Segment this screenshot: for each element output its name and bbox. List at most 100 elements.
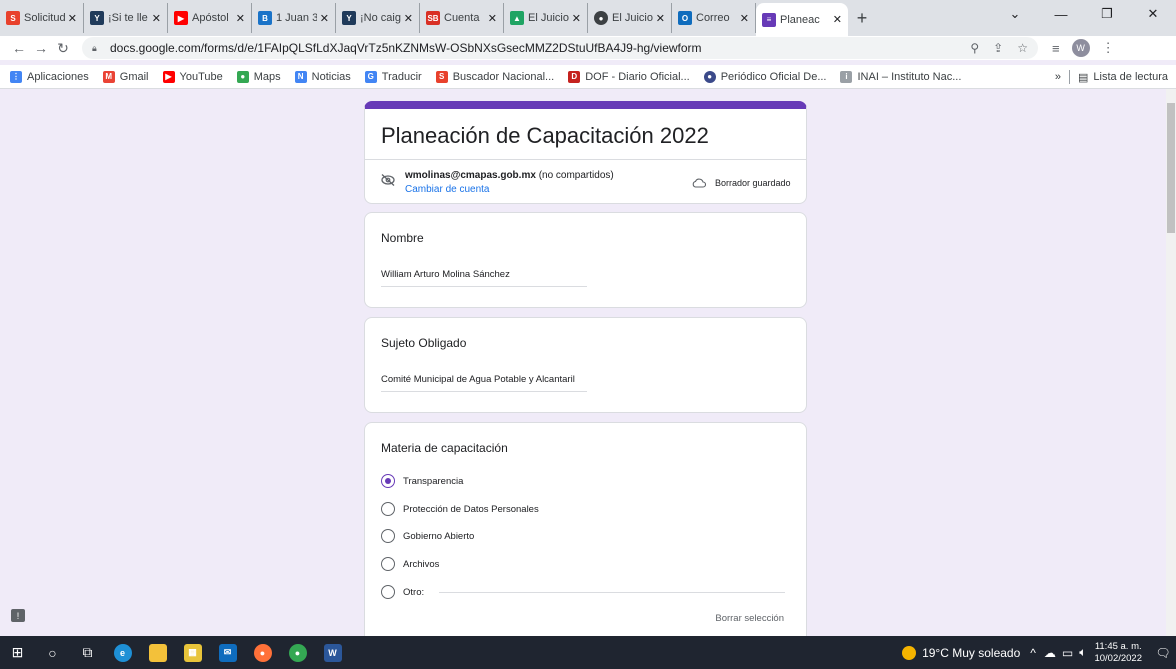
bookmarks-right: » ▤ Lista de lectura bbox=[1055, 65, 1168, 89]
bible-icon: B bbox=[258, 11, 272, 25]
reload-icon[interactable]: ↻ bbox=[52, 40, 74, 57]
bookmark-item[interactable]: i INAI – Instituto Nac... bbox=[840, 70, 961, 83]
other-text-input[interactable] bbox=[439, 592, 785, 593]
radio-icon[interactable] bbox=[381, 529, 395, 543]
question-title: Materia de capacitación bbox=[381, 441, 508, 455]
bookmark-item[interactable]: ▶ YouTube bbox=[162, 70, 223, 83]
feedback-icon[interactable]: ! bbox=[11, 609, 25, 622]
text-answer-input[interactable]: William Arturo Molina Sánchez bbox=[381, 269, 587, 287]
close-tab-icon[interactable]: ✕ bbox=[152, 12, 161, 25]
zoom-icon[interactable]: ⚲ bbox=[970, 41, 979, 55]
back-icon[interactable]: ← bbox=[8, 40, 30, 56]
weather-text[interactable]: 19°C Muy soleado bbox=[922, 646, 1020, 660]
browser-tab[interactable]: Y ¡No caig ✕ bbox=[336, 3, 420, 33]
clock[interactable]: 11:45 a. m. 10/02/2022 bbox=[1094, 641, 1142, 665]
bookmark-label: YouTube bbox=[179, 70, 223, 83]
bookmark-item[interactable]: M Gmail bbox=[102, 70, 149, 83]
cloud-icon[interactable]: ☁ bbox=[1044, 646, 1056, 660]
browser-tab[interactable]: O Correo ✕ bbox=[672, 3, 756, 33]
menu-icon[interactable]: ⋮ bbox=[1102, 40, 1115, 56]
browser-tab[interactable]: B 1 Juan 3 ✕ bbox=[252, 3, 336, 33]
new-tab-button[interactable]: + bbox=[848, 3, 876, 33]
close-tab-icon[interactable]: ✕ bbox=[740, 12, 749, 25]
forward-icon[interactable]: → bbox=[30, 40, 52, 56]
tab-label: Correo bbox=[696, 12, 730, 24]
browser-tab[interactable]: S Solicitud ✕ bbox=[0, 3, 84, 33]
browser-tab[interactable]: ● El Juicio ✕ bbox=[588, 3, 672, 33]
tab-search-icon[interactable]: ⌄ bbox=[992, 0, 1038, 28]
close-tab-icon[interactable]: ✕ bbox=[320, 12, 329, 25]
close-tab-icon[interactable]: ✕ bbox=[572, 12, 581, 25]
restore-icon[interactable]: ❐ bbox=[1084, 0, 1130, 28]
minimize-icon[interactable]: — bbox=[1038, 0, 1084, 28]
form-header-card: Planeación de Capacitación 2022 wmolinas… bbox=[364, 101, 807, 204]
close-tab-icon[interactable]: ✕ bbox=[236, 12, 245, 25]
radio-option[interactable]: Archivos bbox=[381, 556, 439, 572]
firefox-icon[interactable]: ● bbox=[245, 636, 280, 669]
tab-label: Solicitud bbox=[24, 12, 65, 24]
close-tab-icon[interactable]: ✕ bbox=[488, 12, 497, 25]
bookmark-item[interactable]: N Noticias bbox=[294, 70, 351, 83]
close-tab-icon[interactable]: ✕ bbox=[656, 12, 665, 25]
search-icon[interactable]: ○ bbox=[35, 636, 70, 669]
bible-app-icon: Y bbox=[342, 11, 356, 25]
more-bookmarks-icon[interactable]: » bbox=[1055, 71, 1061, 83]
bookmark-item[interactable]: ● Periódico Oficial De... bbox=[703, 70, 826, 83]
text-answer-input[interactable]: Comité Municipal de Agua Potable y Alcan… bbox=[381, 374, 587, 392]
notification-icon[interactable]: 🗨︎ bbox=[1150, 646, 1176, 660]
scrollbar-thumb[interactable] bbox=[1167, 103, 1175, 233]
chrome-icon[interactable]: ● bbox=[280, 636, 315, 669]
chevron-up-icon[interactable]: ^ bbox=[1030, 646, 1036, 660]
browser-tab-active[interactable]: ≡ Planeac ✕ bbox=[756, 3, 848, 36]
share-icon[interactable]: ⇪ bbox=[993, 41, 1003, 55]
bookmark-label: Gmail bbox=[119, 70, 149, 83]
edge-icon[interactable]: e bbox=[105, 636, 140, 669]
bookmark-item[interactable]: G Traducir bbox=[364, 70, 422, 83]
question-card-nombre: Nombre William Arturo Molina Sánchez bbox=[364, 212, 807, 308]
browser-tab[interactable]: ▶ Apóstol ✕ bbox=[168, 3, 252, 33]
browser-tab[interactable]: Y ¡Si te lle ✕ bbox=[84, 3, 168, 33]
system-tray: 19°C Muy soleado ^ ☁ ▭ 🔈︎ 11:45 a. m. 10… bbox=[902, 636, 1176, 669]
question-title: Nombre bbox=[381, 231, 424, 245]
radio-icon[interactable] bbox=[381, 585, 395, 599]
avatar[interactable]: W bbox=[1071, 39, 1090, 57]
network-icon[interactable]: ▭ bbox=[1062, 646, 1073, 660]
close-tab-icon[interactable]: ✕ bbox=[833, 13, 842, 26]
radio-option[interactable]: Transparencia bbox=[381, 473, 463, 489]
radio-icon[interactable] bbox=[381, 502, 395, 516]
tab-label: Apóstol bbox=[192, 12, 229, 24]
switch-account-link[interactable]: Cambiar de cuenta bbox=[405, 184, 490, 195]
mail-icon[interactable]: ✉ bbox=[210, 636, 245, 669]
bookmark-item[interactable]: S Buscador Nacional... bbox=[435, 70, 554, 83]
close-tab-icon[interactable]: ✕ bbox=[404, 12, 413, 25]
store-icon[interactable]: ▦ bbox=[175, 636, 210, 669]
word-icon[interactable]: W bbox=[315, 636, 350, 669]
bookmark-star-icon[interactable]: ☆ bbox=[1017, 41, 1028, 55]
lock-icon: 🔒︎ bbox=[92, 42, 97, 53]
address-bar[interactable]: 🔒︎ docs.google.com/forms/d/e/1FAIpQLSfLd… bbox=[82, 37, 1038, 59]
bookmark-item[interactable]: ● Maps bbox=[236, 70, 281, 83]
radio-option-other[interactable]: Otro: bbox=[381, 584, 424, 600]
bookmark-item[interactable]: D DOF - Diario Oficial... bbox=[568, 70, 690, 83]
windows-start-icon[interactable]: ⊞ bbox=[0, 636, 35, 669]
close-window-icon[interactable]: ✕ bbox=[1130, 0, 1176, 28]
volume-icon[interactable]: 🔈︎ bbox=[1079, 645, 1086, 660]
radio-option[interactable]: Protección de Datos Personales bbox=[381, 501, 539, 517]
radio-icon[interactable] bbox=[381, 557, 395, 571]
task-view-icon[interactable]: ⧉ bbox=[70, 636, 105, 669]
scrollbar[interactable] bbox=[1166, 89, 1176, 636]
radio-selected-icon[interactable] bbox=[381, 474, 395, 488]
dof-icon: D bbox=[568, 70, 581, 83]
reading-mode-icon[interactable]: ≡ bbox=[1052, 41, 1060, 56]
bookmark-label: Maps bbox=[253, 70, 281, 83]
clear-selection-button[interactable]: Borrar selección bbox=[715, 613, 784, 624]
bookmark-item[interactable]: ⋮ Aplicaciones bbox=[10, 70, 89, 83]
browser-tab[interactable]: SB Cuenta ✕ bbox=[420, 3, 504, 33]
close-tab-icon[interactable]: ✕ bbox=[68, 12, 77, 25]
file-explorer-icon[interactable] bbox=[140, 636, 175, 669]
reading-list-button[interactable]: Lista de lectura bbox=[1093, 71, 1168, 83]
browser-tab[interactable]: ▲ El Juicio ✕ bbox=[504, 3, 588, 33]
news-icon: N bbox=[294, 70, 307, 83]
radio-option[interactable]: Gobierno Abierto bbox=[381, 528, 474, 544]
window-controls: ⌄ — ❐ ✕ bbox=[992, 0, 1176, 28]
